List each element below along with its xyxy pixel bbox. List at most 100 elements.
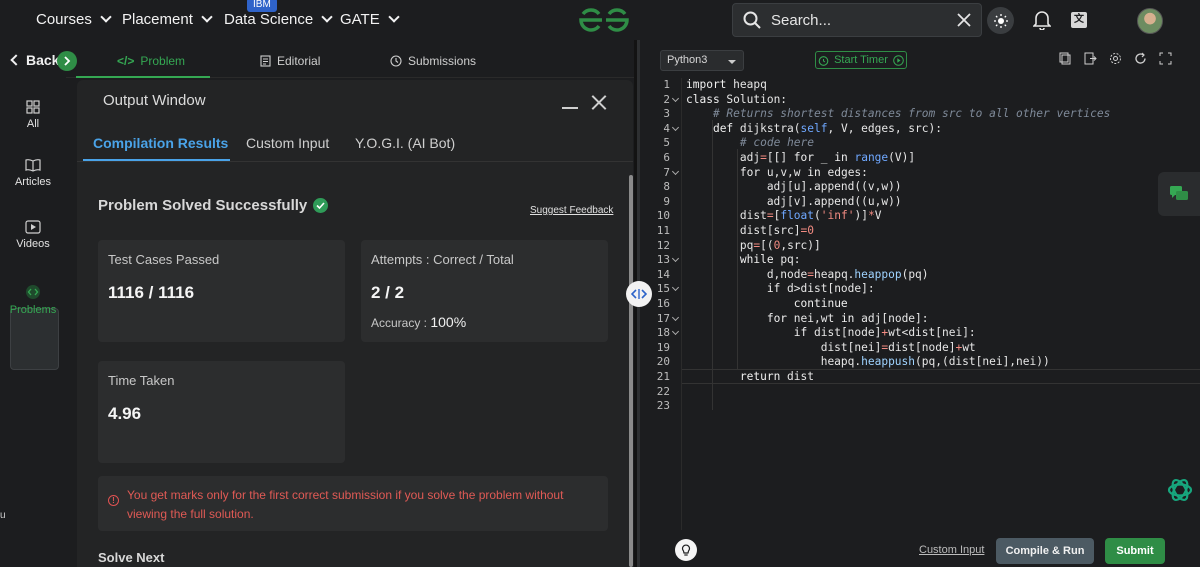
theme-toggle-button[interactable] xyxy=(987,7,1014,34)
line-number: 2 xyxy=(663,92,670,106)
tab-editorial[interactable]: Editorial xyxy=(260,54,320,68)
minimize-icon[interactable] xyxy=(562,107,578,109)
code-line[interactable]: adj=[[] for _ in range(V)] xyxy=(686,151,915,164)
search-input[interactable]: Search... xyxy=(771,12,957,29)
output-window-title: Output Window xyxy=(103,92,206,109)
code-line[interactable]: continue xyxy=(686,297,848,310)
accuracy-value: 100% xyxy=(430,314,467,330)
code-line[interactable]: if dist[node]+wt<dist[nei]: xyxy=(686,326,976,339)
code-line[interactable]: while pq: xyxy=(686,253,801,266)
sidebar-item-videos[interactable]: Videos xyxy=(0,220,66,250)
marks-notice: ! You get marks only for the first corre… xyxy=(98,476,608,531)
active-tab-indicator xyxy=(83,159,230,161)
attempts-label: Attempts : Correct / Total xyxy=(371,252,514,267)
play-icon xyxy=(893,54,904,66)
time-taken-card: Time Taken 4.96 xyxy=(98,361,345,463)
export-icon[interactable] xyxy=(1084,52,1097,65)
code-line[interactable]: heapq.heappush(pq,(dist[nei],nei)) xyxy=(686,355,1050,368)
code-line[interactable]: d,node=heapq.heappop(pq) xyxy=(686,268,929,281)
translate-icon[interactable]: 文 xyxy=(1071,12,1087,28)
close-icon[interactable] xyxy=(591,94,607,110)
line-number: 5 xyxy=(663,136,670,150)
nav-courses[interactable]: Courses xyxy=(36,11,112,28)
status-message: Problem Solved Successfully xyxy=(98,197,329,214)
bell-icon[interactable] xyxy=(1033,10,1051,30)
editor-toolbar: Python3 Start Timer xyxy=(640,40,1200,78)
expand-sidebar-button[interactable] xyxy=(57,51,77,71)
sidebar-item-all[interactable]: All xyxy=(0,100,66,130)
nav-gate[interactable]: GATE xyxy=(340,11,400,28)
timer-icon xyxy=(818,55,829,66)
time-taken-label: Time Taken xyxy=(108,373,175,388)
tab-compilation-results[interactable]: Compilation Results xyxy=(93,135,228,151)
code-line[interactable]: def dijkstra(self, V, edges, src): xyxy=(686,122,942,135)
language-select[interactable]: Python3 xyxy=(660,50,744,71)
code-line[interactable]: pq=[(0,src)] xyxy=(686,239,821,252)
submit-button[interactable]: Submit xyxy=(1105,538,1165,564)
code-line[interactable]: dist[nei]=dist[node]+wt xyxy=(686,341,976,354)
ai-assistant-button[interactable] xyxy=(1163,473,1197,507)
line-number: 22 xyxy=(656,384,670,398)
back-button[interactable]: Back xyxy=(10,52,59,68)
nav-placement[interactable]: Placement xyxy=(122,11,213,28)
chat-button[interactable] xyxy=(1158,172,1200,216)
tab-problem[interactable]: </> Problem xyxy=(117,54,185,68)
code-line[interactable]: return dist xyxy=(686,370,814,383)
tab-submissions[interactable]: Submissions xyxy=(390,54,476,68)
code-line[interactable]: dist=[float('inf')]*V xyxy=(686,209,882,222)
sun-icon xyxy=(993,13,1008,28)
settings-icon[interactable] xyxy=(1109,52,1122,65)
code-line[interactable]: class Solution: xyxy=(686,93,787,106)
code-line[interactable]: for nei,wt in adj[node]: xyxy=(686,312,929,325)
tab-custom-input[interactable]: Custom Input xyxy=(246,135,329,151)
code-line[interactable]: adj[u].append((v,w)) xyxy=(686,180,902,193)
time-taken-value: 4.96 xyxy=(108,404,142,423)
code-line[interactable]: # code here xyxy=(686,136,814,149)
code-line[interactable]: if d>dist[node]: xyxy=(686,282,875,295)
nav-data-science[interactable]: Data Science xyxy=(224,11,333,28)
line-number: 1 xyxy=(663,78,670,91)
output-scrollbar[interactable] xyxy=(629,175,633,567)
avatar[interactable] xyxy=(1137,8,1163,34)
fullscreen-icon[interactable] xyxy=(1159,52,1172,65)
chevron-down-icon xyxy=(201,11,213,23)
output-window: Output Window Compilation Results Custom… xyxy=(77,80,633,567)
edge-glyph: u xyxy=(0,510,6,521)
attempts-value: 2 / 2 xyxy=(371,283,405,302)
code-line[interactable]: adj[v].append((u,w)) xyxy=(686,195,902,208)
chevron-down-icon xyxy=(728,60,736,64)
gfg-logo-icon[interactable] xyxy=(577,6,631,34)
code-line[interactable]: # Returns shortest distances from src to… xyxy=(686,107,1110,120)
start-timer-button[interactable]: Start Timer xyxy=(815,51,907,69)
compile-run-button[interactable]: Compile & Run xyxy=(996,538,1094,564)
code-line[interactable]: import heapq xyxy=(686,78,767,91)
sidebar-active-highlight xyxy=(10,308,59,370)
lightbulb-icon xyxy=(681,544,691,556)
line-number: 17 xyxy=(656,311,670,325)
chevron-right-icon xyxy=(64,56,71,66)
code-line[interactable]: dist[src]=0 xyxy=(686,224,814,237)
resize-handle[interactable] xyxy=(626,281,652,307)
tab-divider xyxy=(77,161,633,162)
line-number: 8 xyxy=(663,180,670,194)
line-number: 12 xyxy=(656,238,670,252)
tab-yogi-ai-bot[interactable]: Y.O.G.I. (AI Bot) xyxy=(355,135,455,151)
chat-icon xyxy=(1170,186,1188,200)
copy-icon[interactable] xyxy=(1059,52,1072,65)
problem-tabs: </> Problem Editorial Submissions xyxy=(66,40,634,78)
close-icon[interactable] xyxy=(957,13,971,27)
code-line[interactable]: for u,v,w in edges: xyxy=(686,166,868,179)
openai-icon xyxy=(1167,478,1193,502)
line-number: 7 xyxy=(663,165,670,179)
test-cases-label: Test Cases Passed xyxy=(108,252,220,267)
suggest-feedback-link[interactable]: Suggest Feedback xyxy=(530,205,613,216)
warning-icon: ! xyxy=(108,495,119,506)
sidebar-item-articles[interactable]: Articles xyxy=(0,158,66,188)
search-box[interactable]: Search... xyxy=(732,3,982,37)
custom-input-link[interactable]: Custom Input xyxy=(919,544,984,556)
line-number: 14 xyxy=(656,267,670,281)
check-icon xyxy=(313,198,329,213)
sidebar-item-problems[interactable]: Problems xyxy=(0,284,66,316)
hint-button[interactable] xyxy=(675,539,697,561)
refresh-icon[interactable] xyxy=(1134,52,1147,65)
